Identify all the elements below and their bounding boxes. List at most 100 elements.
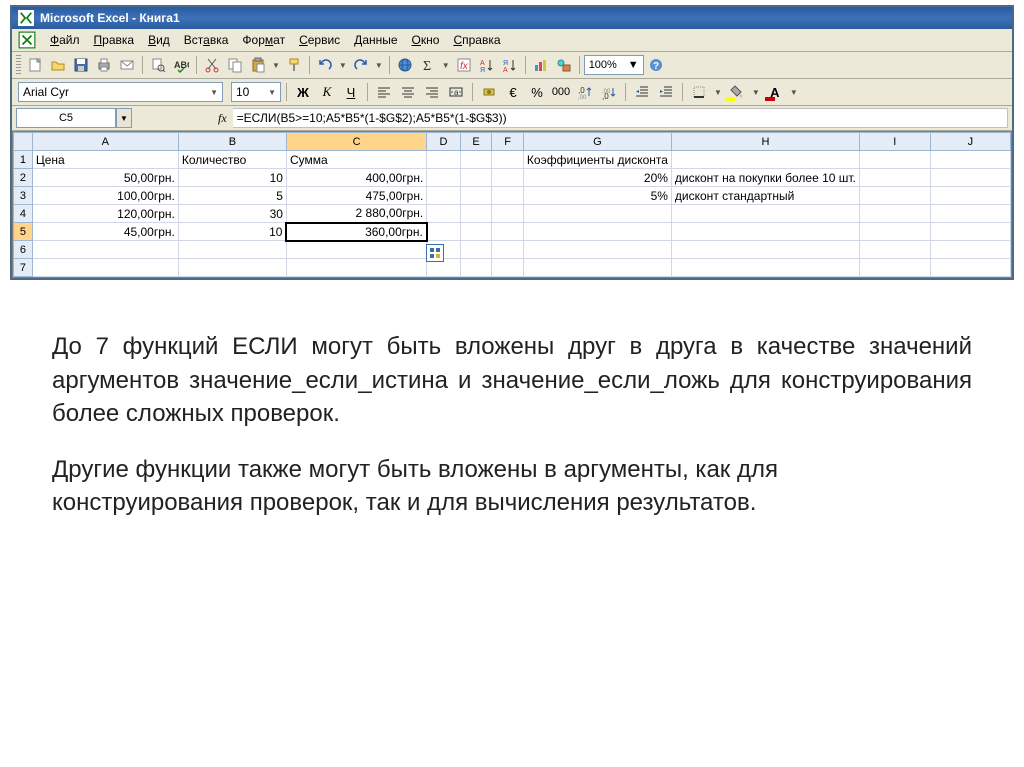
paste-dropdown[interactable]: ▼ [270,61,282,70]
cell[interactable] [460,169,492,187]
redo-dropdown[interactable]: ▼ [373,61,385,70]
cell[interactable] [523,223,671,241]
euro-button[interactable]: € [502,81,524,103]
merge-center-button[interactable]: a [445,81,467,103]
menu-data[interactable]: Данные [354,33,397,47]
chart-wizard-button[interactable] [530,54,552,76]
copy-button[interactable] [224,54,246,76]
cell[interactable] [930,259,1010,277]
cell[interactable] [178,241,286,259]
cell[interactable] [427,169,460,187]
paste-button[interactable] [247,54,269,76]
cell[interactable]: 100,00грн. [32,187,178,205]
zoom-select[interactable]: 100%▼ [584,55,644,75]
column-header[interactable]: A [32,133,178,151]
menu-help[interactable]: Справка [453,33,500,47]
cell[interactable]: 30 [178,205,286,223]
name-box-dropdown[interactable]: ▼ [116,108,132,128]
cell[interactable] [427,223,460,241]
column-header[interactable]: B [178,133,286,151]
cell[interactable]: 45,00грн. [32,223,178,241]
toolbar-grip[interactable] [16,55,21,75]
cell[interactable] [178,259,286,277]
cell[interactable] [859,223,930,241]
column-header[interactable]: F [492,133,524,151]
font-color-dropdown[interactable]: ▼ [788,88,800,97]
select-all-corner[interactable] [14,133,33,151]
cell[interactable]: 50,00грн. [32,169,178,187]
cell[interactable]: Цена [32,151,178,169]
cell[interactable]: 360,00грн. [286,223,426,241]
cell[interactable] [930,187,1010,205]
cell[interactable] [671,259,859,277]
column-header[interactable]: D [427,133,460,151]
sort-asc-button[interactable]: АЯ [476,54,498,76]
redo-button[interactable] [350,54,372,76]
cell[interactable]: 10 [178,223,286,241]
column-header[interactable]: G [523,133,671,151]
cell[interactable] [492,151,524,169]
underline-button[interactable]: Ч [340,81,362,103]
row-header[interactable]: 1 [14,151,33,169]
align-left-button[interactable] [373,81,395,103]
cell[interactable] [286,259,426,277]
worksheet-grid[interactable]: ABCDEFGHIJ1ЦенаКоличествоСуммаКоэффициен… [12,131,1012,278]
cell[interactable]: 120,00грн. [32,205,178,223]
cell[interactable]: 400,00грн. [286,169,426,187]
decrease-decimal-button[interactable]: ,00,0 [598,81,620,103]
bold-button[interactable]: Ж [292,81,314,103]
fill-color-button[interactable] [726,81,748,103]
cell[interactable] [930,169,1010,187]
decrease-indent-button[interactable] [631,81,653,103]
row-header[interactable]: 7 [14,259,33,277]
cell[interactable] [671,205,859,223]
hyperlink-button[interactable] [394,54,416,76]
increase-decimal-button[interactable]: ,0,00 [574,81,596,103]
new-button[interactable] [24,54,46,76]
email-button[interactable] [116,54,138,76]
fx-label[interactable]: fx [212,111,233,126]
row-header[interactable]: 5 [14,223,33,241]
cell[interactable] [671,151,859,169]
cell[interactable] [930,241,1010,259]
cell[interactable]: дисконт стандартный [671,187,859,205]
cell[interactable] [427,205,460,223]
cell[interactable] [492,223,524,241]
menu-insert[interactable]: Вставка [184,33,229,47]
cell[interactable]: 10 [178,169,286,187]
cell[interactable]: Коэффициенты дисконта [523,151,671,169]
menu-edit[interactable]: Правка [94,33,135,47]
cell[interactable]: 5% [523,187,671,205]
italic-button[interactable]: К [316,81,338,103]
borders-button[interactable] [688,81,710,103]
cell[interactable] [930,205,1010,223]
borders-dropdown[interactable]: ▼ [712,88,724,97]
format-painter-button[interactable] [283,54,305,76]
cell[interactable] [930,151,1010,169]
cell[interactable]: 20% [523,169,671,187]
cell[interactable] [523,205,671,223]
cell[interactable] [859,151,930,169]
cell[interactable]: 5 [178,187,286,205]
cell[interactable] [460,223,492,241]
autosum-dropdown[interactable]: ▼ [440,61,452,70]
cell[interactable] [32,241,178,259]
smart-tag-icon[interactable] [426,244,444,262]
cell[interactable] [523,259,671,277]
row-header[interactable]: 2 [14,169,33,187]
drawing-button[interactable] [553,54,575,76]
cell[interactable] [427,187,460,205]
cell[interactable] [671,223,859,241]
column-header[interactable]: H [671,133,859,151]
cell[interactable] [460,241,492,259]
undo-dropdown[interactable]: ▼ [337,61,349,70]
row-header[interactable]: 6 [14,241,33,259]
cell[interactable] [460,151,492,169]
cell[interactable] [460,259,492,277]
font-size-select[interactable]: 10▼ [231,82,281,102]
column-header[interactable]: I [859,133,930,151]
fill-color-dropdown[interactable]: ▼ [750,88,762,97]
percent-button[interactable]: % [526,81,548,103]
cell[interactable]: дисконт на покупки более 10 шт. [671,169,859,187]
font-color-button[interactable]: A [764,81,786,103]
